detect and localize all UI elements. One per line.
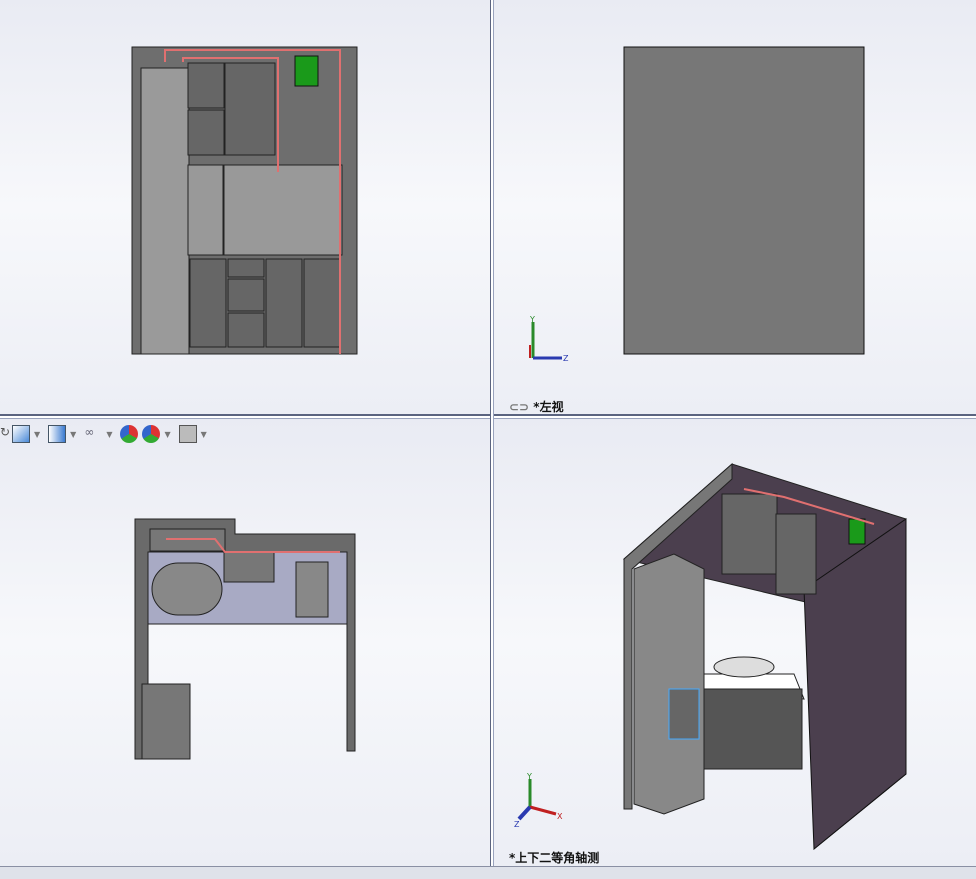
- view-label: *上下二等角轴测: [509, 851, 600, 865]
- viewport-front[interactable]: [0, 0, 490, 414]
- viewport-top[interactable]: ↻ ▼ ▼ ∞ ▼ ▼ ▼: [0, 419, 490, 866]
- isometric-view-model: Y X Z: [514, 462, 907, 851]
- front-view-model: [131, 46, 358, 355]
- triad-y-label: Y: [526, 772, 532, 781]
- triad-z-label: Z: [514, 820, 520, 829]
- triad-x-label: X: [557, 812, 563, 821]
- triad-y-label: Y: [529, 315, 535, 324]
- top-view-model: [134, 518, 356, 760]
- status-bar: [0, 866, 976, 879]
- viewport-splitter-vertical[interactable]: [490, 0, 494, 866]
- viewport-left[interactable]: Y Z ⊂⊃ *左视: [494, 0, 976, 414]
- triad-z-label: Z: [563, 354, 569, 363]
- view-label: ⊂⊃ *左视: [509, 400, 564, 414]
- viewport-splitter-horizontal[interactable]: [0, 414, 976, 419]
- link-icon: ⊂⊃: [509, 400, 530, 414]
- viewport-isometric[interactable]: Y X Z *上下二等角轴测: [494, 419, 976, 866]
- left-view-model: Y Z: [529, 46, 865, 363]
